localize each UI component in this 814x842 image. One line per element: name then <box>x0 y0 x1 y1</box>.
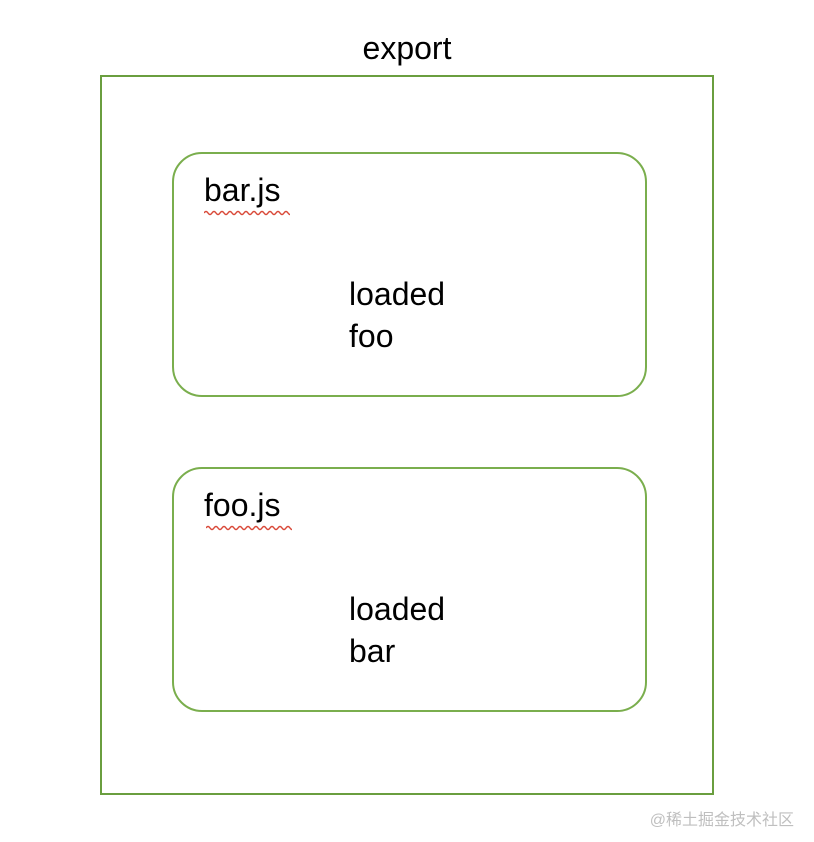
module-box-bar: bar.js loaded foo <box>172 152 647 397</box>
export-container: bar.js loaded foo foo.js loaded bar <box>100 75 714 795</box>
spellcheck-squiggle-icon <box>204 210 290 216</box>
module-name-bar: bar.js <box>204 172 280 209</box>
spellcheck-squiggle-icon <box>206 525 292 531</box>
content-line: bar <box>349 631 445 673</box>
module-content-bar: loaded foo <box>349 274 445 357</box>
module-name-foo: foo.js <box>204 487 280 524</box>
content-line: loaded <box>349 274 445 316</box>
module-box-foo: foo.js loaded bar <box>172 467 647 712</box>
diagram-title: export <box>0 30 814 67</box>
content-line: loaded <box>349 589 445 631</box>
module-content-foo: loaded bar <box>349 589 445 672</box>
watermark-text: @稀土掘金技术社区 <box>650 806 794 830</box>
content-line: foo <box>349 316 445 358</box>
